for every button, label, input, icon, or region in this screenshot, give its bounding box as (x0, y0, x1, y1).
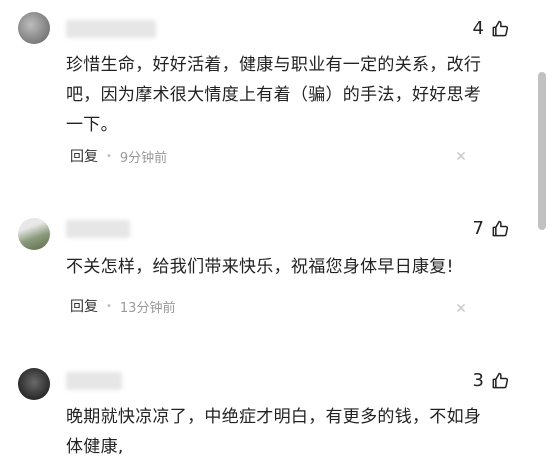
reply-button[interactable]: 回复 (70, 146, 98, 166)
comment-item: 7 不关怎样，给我们带来快乐，祝福您身体早日康复! 回复 • 13分钟前 ✕ (0, 200, 520, 350)
close-icon[interactable]: ✕ (454, 150, 468, 164)
comment-meta: 回复 • 13分钟前 (70, 296, 175, 316)
reply-button[interactable]: 回复 (70, 296, 98, 316)
scrollbar-track[interactable] (538, 0, 548, 460)
username-blurred[interactable] (66, 372, 122, 390)
comment-item: 3 晚期就快凉凉了，中绝症才明白，有更多的钱，不如身体健康, (0, 352, 520, 460)
comment-text: 晚期就快凉凉了，中绝症才明白，有更多的钱，不如身体健康, (66, 407, 482, 457)
like-count: 3 (472, 370, 484, 391)
scrollbar-thumb[interactable] (538, 72, 546, 230)
separator-dot: • (106, 150, 112, 162)
thumbs-up-icon (492, 372, 509, 388)
avatar[interactable] (18, 368, 50, 400)
like-count: 7 (472, 218, 484, 239)
close-icon[interactable]: ✕ (454, 302, 468, 316)
like-button[interactable]: 4 (473, 18, 510, 39)
like-count: 4 (472, 18, 484, 39)
comment-text: 不关怎样，给我们带来快乐，祝福您身体早日康复! (66, 257, 454, 277)
like-button[interactable]: 7 (473, 218, 510, 239)
comment-item: 4 珍惜生命，好好活着，健康与职业有一定的关系，改行吧，因为摩术很大情度上有着（… (0, 0, 520, 180)
thumbs-up-icon (492, 20, 509, 36)
timestamp: 9分钟前 (119, 150, 168, 166)
like-button[interactable]: 3 (473, 370, 510, 391)
username-blurred[interactable] (66, 220, 130, 238)
comment-meta: 回复 • 9分钟前 (70, 146, 167, 166)
avatar[interactable] (18, 218, 50, 250)
timestamp: 13分钟前 (119, 300, 176, 316)
avatar[interactable] (18, 12, 50, 44)
thumbs-up-icon (492, 220, 509, 236)
username-blurred[interactable] (66, 20, 156, 38)
comment-text: 珍惜生命，好好活着，健康与职业有一定的关系，改行吧，因为摩术很大情度上有着（骗）… (66, 55, 482, 135)
separator-dot: • (106, 300, 112, 312)
